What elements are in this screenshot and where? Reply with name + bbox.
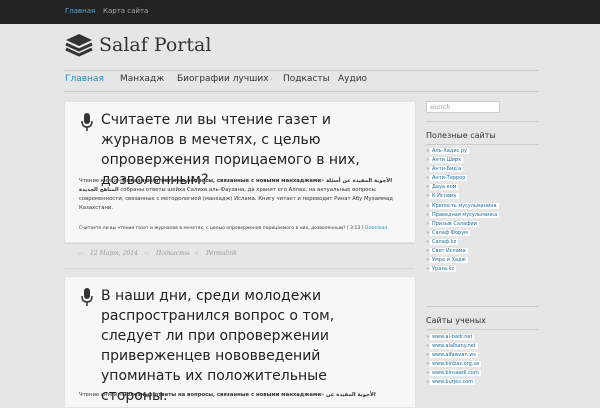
link-text[interactable]: Призыв Салафии xyxy=(430,220,479,227)
list-item[interactable]: www.al-badr.net xyxy=(426,333,538,342)
widget-divider xyxy=(426,306,538,307)
link-text[interactable]: Ураза.kz xyxy=(430,266,457,273)
link-icon: ∞ xyxy=(194,250,199,257)
link-text[interactable]: Салаф.kz xyxy=(430,238,459,245)
book-title: Полезные ответы на вопросы, связанные с … xyxy=(122,178,322,184)
link-text[interactable]: www.burjes.com xyxy=(430,379,476,386)
list-item[interactable]: www.binbaz.org.sa xyxy=(426,360,538,369)
list-item[interactable]: Свет Ислама xyxy=(426,247,538,256)
link-text[interactable]: Аль-Хадис.ру xyxy=(430,148,470,154)
link-text[interactable]: www.al-badr.net xyxy=(430,334,475,340)
chevron-down-icon: › xyxy=(270,76,273,83)
list-item[interactable]: Анти Ширк xyxy=(426,156,538,165)
audio-duration: [ 3:13 ] xyxy=(346,226,364,231)
list-item[interactable]: Салаф Форум xyxy=(426,229,538,238)
nav-top-divider xyxy=(64,70,538,71)
list-item[interactable]: www.alfawzan.ws xyxy=(426,351,538,360)
search-input[interactable]: search xyxy=(426,101,500,113)
meta-divider xyxy=(64,268,414,269)
nav-item-podcasts[interactable]: Подкасты xyxy=(283,74,330,84)
body-text: » xyxy=(321,392,325,398)
list-item[interactable]: К Исламу xyxy=(426,192,538,202)
list-item[interactable]: Анти-Террор xyxy=(426,174,538,183)
link-text[interactable]: Умра и Хадж xyxy=(430,257,468,264)
useful-sites-title: Полезные сайты xyxy=(426,131,496,140)
nav-item-manhaj[interactable]: Манхадж xyxy=(120,74,164,84)
meta-divider xyxy=(64,243,414,244)
scholars-sites-title: Сайты ученых xyxy=(426,316,486,325)
microphone-icon xyxy=(81,113,93,131)
link-text[interactable]: Анти Ширк xyxy=(430,157,464,164)
list-item[interactable]: Ураза.kz xyxy=(426,265,538,274)
post-body: Чтение книги «Полезные ответы на вопросы… xyxy=(79,177,401,213)
post-permalink[interactable]: Permalink xyxy=(206,250,237,257)
link-text[interactable]: Дауа.ком xyxy=(430,184,459,191)
topbar-home-link[interactable]: Главная xyxy=(65,7,95,15)
audio-title[interactable]: Считаете ли вы чтение газет и журналов в… xyxy=(79,226,346,231)
top-bar: Главная Карта сайта xyxy=(0,0,600,24)
link-text[interactable]: www.binbaz.org.sa xyxy=(430,361,482,368)
book-title: Полезные ответы на вопросы, связанные с … xyxy=(122,392,322,398)
body-text: » xyxy=(321,178,325,184)
audio-line: Считаете ли вы чтение газет и журналов в… xyxy=(79,226,387,231)
microphone-icon xyxy=(81,288,93,306)
link-text[interactable]: www.alalbany.net xyxy=(430,343,478,350)
link-text[interactable]: www.binsaadi.com xyxy=(430,370,481,377)
list-item[interactable]: Крепость мусульманина xyxy=(426,202,538,211)
list-item[interactable]: Анти-Бид'а xyxy=(426,165,538,174)
post-body: Чтение книги «Полезные ответы на вопросы… xyxy=(79,391,401,400)
list-item[interactable]: Аль-Хадис.ру xyxy=(426,147,538,156)
post-title[interactable]: В наши дни, среди молодежи распространил… xyxy=(101,286,371,406)
topbar-sitemap-link[interactable]: Карта сайта xyxy=(103,7,148,15)
link-text[interactable]: Салаф Форум xyxy=(430,229,470,236)
widget-divider xyxy=(426,121,538,122)
link-text[interactable]: Анти-Террор xyxy=(430,175,468,182)
site-title[interactable]: Salaf Portal xyxy=(99,34,211,56)
arabic-title: الأجوبة المفيدة عن xyxy=(325,392,376,398)
list-item[interactable]: Призыв Салафии xyxy=(426,220,538,229)
nav-item-audio[interactable]: Аудио xyxy=(338,74,367,84)
post-meta: ▭ 12 Март, 2014 ▭ Подкасты ∞ Permalink xyxy=(64,250,414,270)
link-text[interactable]: К Исламу xyxy=(430,193,459,200)
nav-item-home[interactable]: Главная xyxy=(65,74,104,84)
body-text: собраны ответы шейха Салиха аль-Фаузана,… xyxy=(79,187,393,211)
link-text[interactable]: Праведная мусульманка xyxy=(430,211,500,218)
widget-divider xyxy=(426,329,538,330)
post-category[interactable]: Подкасты xyxy=(156,250,190,257)
books-logo-icon[interactable] xyxy=(64,32,94,60)
list-item[interactable]: Салаф.kz xyxy=(426,238,538,247)
list-item[interactable]: Умра и Хадж xyxy=(426,256,538,265)
calendar-icon: ▭ xyxy=(78,250,84,257)
nav-bottom-divider xyxy=(64,91,538,92)
list-item[interactable]: www.alalbany.net xyxy=(426,342,538,351)
list-item[interactable]: www.burjes.com xyxy=(426,378,538,388)
list-item[interactable]: www.binsaadi.com xyxy=(426,369,538,378)
link-text[interactable]: www.alfawzan.ws xyxy=(430,352,478,359)
link-text[interactable]: Анти-Бид'а xyxy=(430,166,464,173)
download-link[interactable]: Download xyxy=(365,226,387,231)
body-text: Чтение книги « xyxy=(79,392,123,398)
link-text[interactable]: Крепость мусульманина xyxy=(430,202,499,209)
link-text[interactable]: Свет Ислама xyxy=(430,248,468,255)
post-date: 12 Март, 2014 xyxy=(90,250,138,257)
scholars-sites-list: www.al-badr.net www.alalbany.net www.alf… xyxy=(426,333,538,388)
widget-divider xyxy=(426,144,538,145)
list-item[interactable]: Праведная мусульманка xyxy=(426,211,538,220)
useful-sites-list: Аль-Хадис.ру Анти Ширк Анти-Бид'а Анти-Т… xyxy=(426,147,538,274)
folder-icon: ▭ xyxy=(144,250,150,257)
post-card: Считаете ли вы чтение газет и журналов в… xyxy=(64,101,416,243)
list-item[interactable]: Дауа.ком xyxy=(426,183,538,192)
post-card: В наши дни, среди молодежи распространил… xyxy=(64,276,416,408)
body-text: Чтение книги « xyxy=(79,178,123,184)
nav-item-biographies[interactable]: Биографии лучших xyxy=(177,74,269,84)
